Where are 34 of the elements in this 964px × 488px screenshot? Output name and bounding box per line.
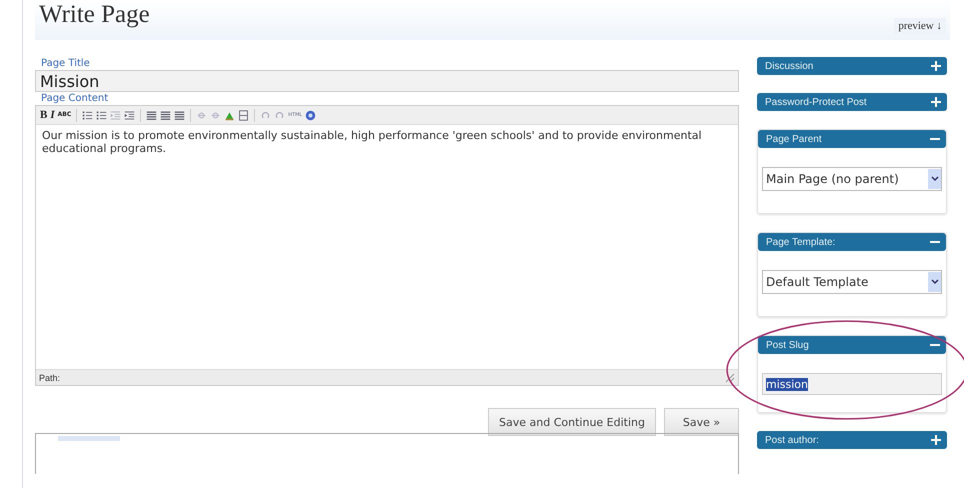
bold-button[interactable]: B — [40, 109, 48, 121]
chevron-down-icon — [930, 176, 938, 182]
align-right-icon[interactable] — [174, 110, 186, 120]
panel-header[interactable]: Post Slug — [758, 336, 946, 354]
slug-field[interactable]: mission — [762, 373, 942, 395]
numbered-list-icon[interactable] — [96, 110, 108, 120]
plus-icon[interactable] — [931, 97, 941, 107]
field-label: Page Title — [41, 57, 91, 70]
path-label: Path: — [39, 372, 60, 382]
page-break-icon[interactable] — [238, 110, 250, 120]
preview-link[interactable]: preview ↓ — [894, 18, 946, 34]
bullet-list-icon[interactable] — [82, 110, 94, 120]
panel-header[interactable]: Password-Protect Post — [757, 93, 947, 111]
align-left-icon[interactable] — [146, 110, 158, 120]
panel-header[interactable]: Page Parent — [758, 130, 946, 148]
italic-button[interactable]: I — [50, 109, 55, 121]
help-icon[interactable] — [305, 110, 316, 120]
field-label: Page Content — [41, 92, 110, 105]
dropdown[interactable]: Main Page (no parent) — [762, 167, 942, 191]
content-text: Our mission is to promote environmentally sustainable, high performance 'green schools' and to provide environmental educational programs. — [42, 129, 703, 155]
page-heading: Write Page — [39, 0, 150, 30]
panel-header[interactable]: Post author: — [757, 431, 947, 449]
align-center-icon[interactable] — [160, 110, 172, 120]
resize-grip-icon[interactable] — [725, 372, 735, 382]
save-button[interactable]: Save » — [664, 408, 739, 436]
indent-icon[interactable] — [124, 110, 136, 120]
plus-icon[interactable] — [931, 435, 941, 445]
save-continue-button[interactable]: Save and Continue Editing — [488, 408, 656, 436]
title-field[interactable]: Mission — [35, 70, 739, 92]
plus-icon[interactable] — [931, 61, 941, 71]
panel-header[interactable]: Discussion — [757, 57, 947, 75]
dropdown[interactable]: Default Template — [762, 270, 942, 294]
panel-header[interactable]: Page Template: — [758, 233, 946, 251]
chevron-down-icon — [930, 279, 938, 285]
